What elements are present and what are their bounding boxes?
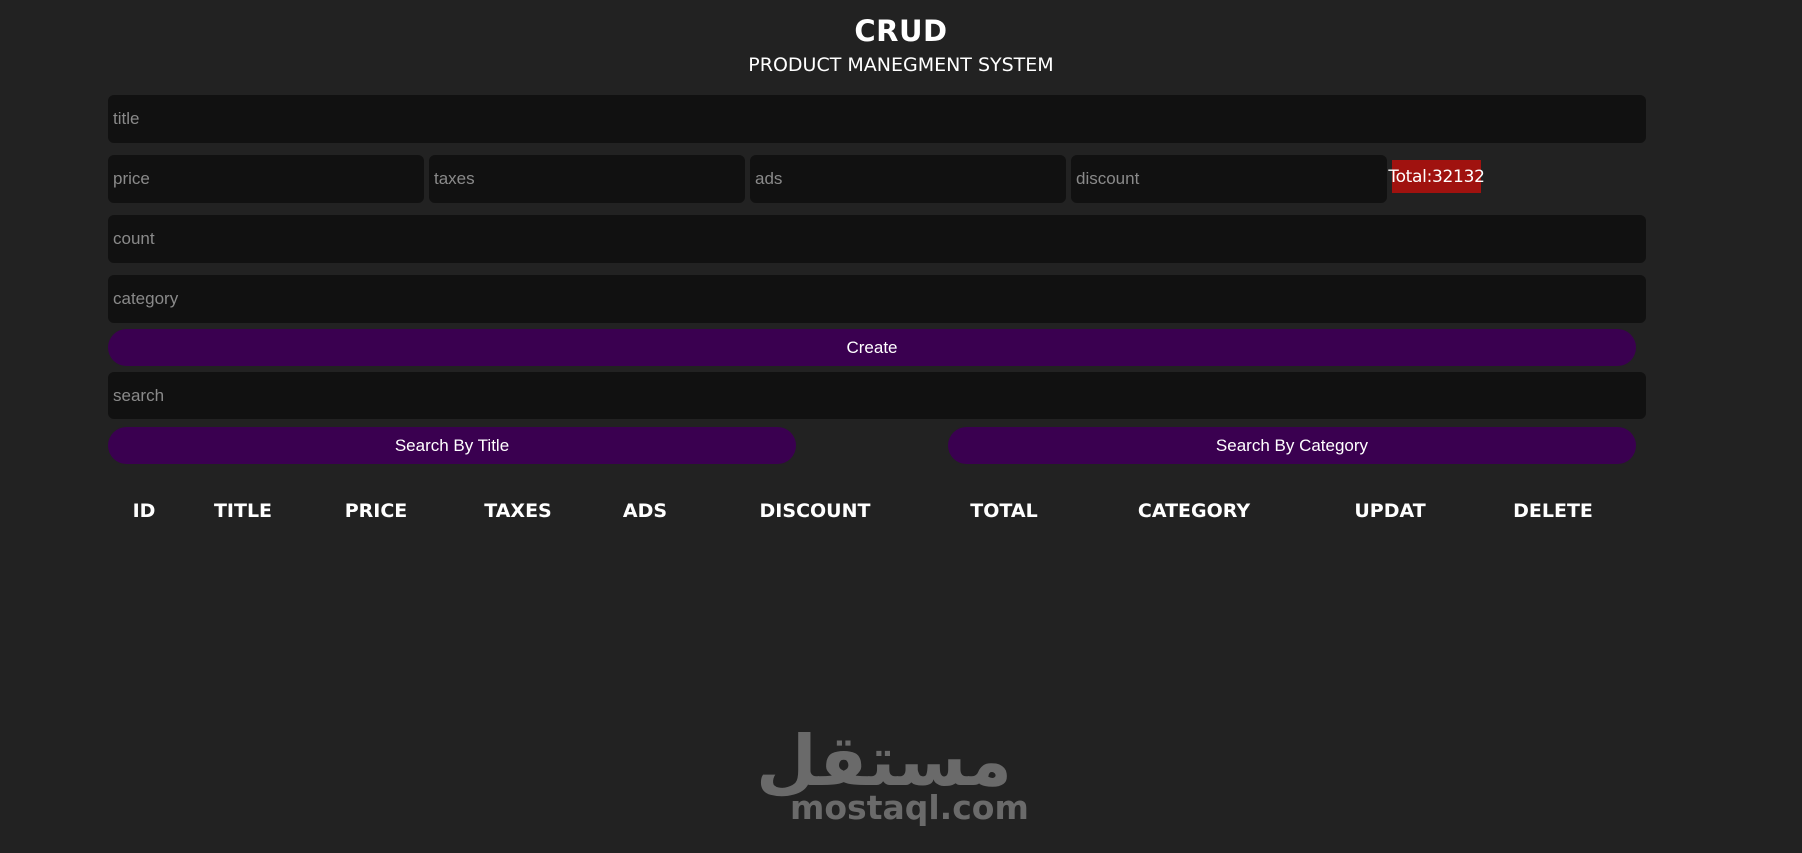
products-table-header: ID TITLE PRICE TAXES ADS DISCOUNT TOTAL … [0,500,1802,524]
category-input[interactable] [108,275,1646,323]
create-button[interactable]: Create [108,329,1636,366]
discount-input[interactable] [1071,155,1387,203]
column-header-id: ID [132,500,156,522]
column-header-ads: ADS [622,500,668,522]
total-badge: Total:32132 [1388,160,1485,193]
column-header-price: PRICE [344,500,408,522]
taxes-input[interactable] [429,155,745,203]
ads-input[interactable] [750,155,1066,203]
page-header: CRUD PRODUCT MANEGMENT SYSTEM [0,0,1802,78]
column-header-total: TOTAL [970,500,1038,522]
search-input[interactable] [108,372,1646,419]
price-input[interactable] [108,155,424,203]
watermark-arabic-text: مستقل [755,720,1012,802]
mostaql-watermark: مستقل mostaql.com [755,720,1029,827]
column-header-update: UPDAT [1354,500,1426,522]
column-header-discount: DISCOUNT [759,500,871,522]
count-input[interactable] [108,215,1646,263]
watermark-latin-text: mostaql.com [790,788,1029,827]
title-input[interactable] [108,95,1646,143]
column-header-title: TITLE [213,500,273,522]
column-header-category: CATEGORY [1137,500,1251,522]
search-by-category-button[interactable]: Search By Category [948,427,1636,464]
column-header-delete: DELETE [1513,500,1593,522]
column-header-taxes: TAXES [484,500,552,522]
page-subtitle: PRODUCT MANEGMENT SYSTEM [748,54,1054,76]
search-by-title-button[interactable]: Search By Title [108,427,796,464]
page-title: CRUD [854,14,948,48]
